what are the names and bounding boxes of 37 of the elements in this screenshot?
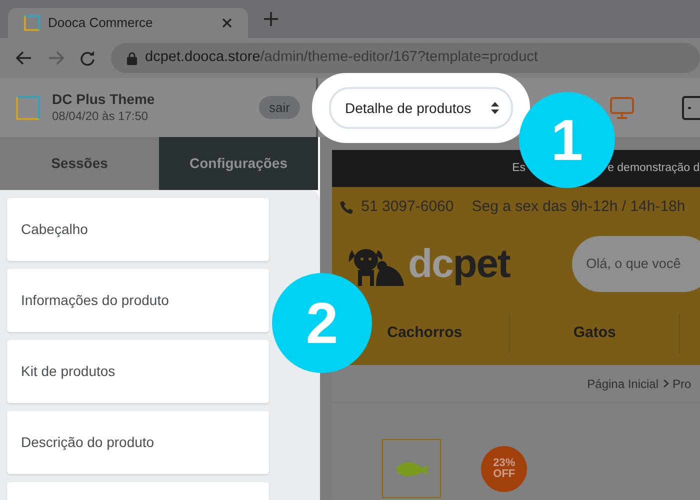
sidebar-tab[interactable]: Configurações: [159, 137, 318, 190]
reload-icon[interactable]: [80, 50, 95, 66]
section-item[interactable]: Kit de produtos: [7, 340, 269, 403]
close-icon[interactable]: [222, 18, 232, 28]
new-tab-icon[interactable]: [264, 12, 278, 26]
template-select[interactable]: Detalhe de produtos: [329, 87, 513, 129]
section-item[interactable]: Descrição do produto: [7, 411, 269, 474]
breadcrumb-link[interactable]: Pro: [672, 374, 692, 392]
product-thumbnail[interactable]: [382, 439, 442, 498]
sort-caret-icon: [491, 102, 499, 114]
theme-name: DC Plus Theme: [52, 90, 156, 106]
menu-item[interactable]: Gatos: [573, 324, 616, 340]
theme-logo-icon: [16, 96, 40, 120]
favicon-icon: [24, 15, 40, 31]
browser-tab[interactable]: Dooca Commerce: [8, 8, 248, 38]
url-text: dcpet.dooca.store/admin/theme-editor/167?template=product: [145, 48, 538, 68]
phone-number: 51 3097-6060: [361, 196, 454, 217]
breadcrumb-link[interactable]: Página Inicial: [587, 374, 659, 392]
back-icon[interactable]: [16, 51, 32, 65]
opening-hours: Seg a sex das 9h-12h / 14h-18h: [472, 196, 686, 217]
lock-icon: [127, 52, 137, 64]
tablet-icon[interactable]: [682, 96, 700, 120]
search-field[interactable]: Olá, o que você: [572, 236, 700, 292]
address-field[interactable]: dcpet.dooca.store/admin/theme-editor/167?template=product: [111, 43, 700, 73]
chevron-icon: [662, 379, 669, 388]
tab-title: Dooca Commerce: [48, 14, 154, 32]
discount-badge: 23% OFF: [481, 446, 528, 492]
section-item[interactable]: Cabeçalho: [7, 198, 269, 261]
fish-icon: [394, 460, 430, 478]
phone-icon: [340, 200, 354, 214]
sidebar-tab[interactable]: Sessões: [0, 137, 159, 190]
section-item[interactable]: Informações do produto: [7, 269, 269, 332]
forward-icon: [48, 51, 64, 65]
theme-date: 08/04/20 às 17:50: [52, 108, 150, 124]
logout-button[interactable]: sair: [259, 96, 300, 120]
menu-item[interactable]: Cachorros: [387, 324, 462, 340]
store-logo-text: dcpet: [408, 240, 510, 288]
